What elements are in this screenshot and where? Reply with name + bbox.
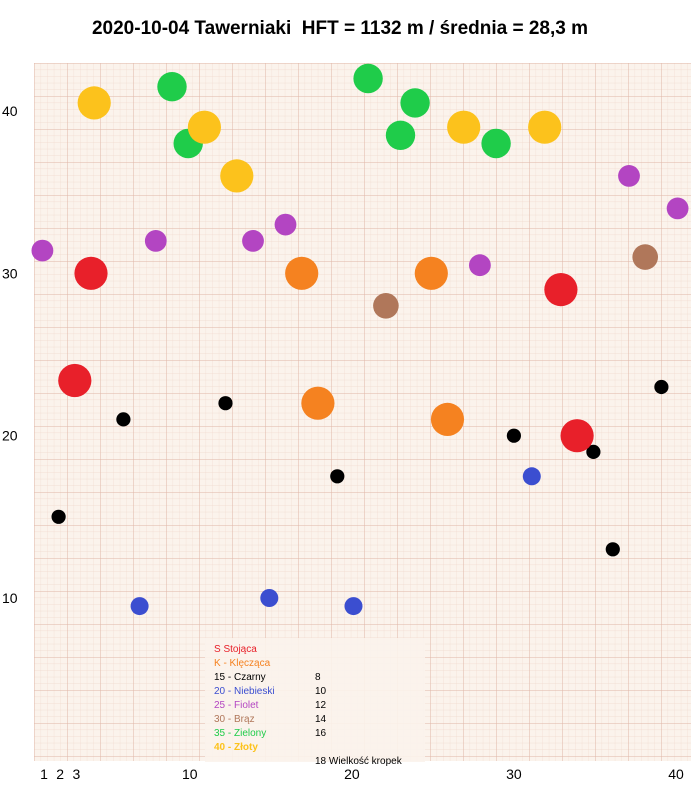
legend-label-1: K - Klęcząca (214, 658, 271, 669)
data-point-niebieski-11 (522, 467, 541, 486)
data-point-fiolet-16 (469, 254, 491, 277)
data-point-niebieski-9 (260, 589, 279, 607)
data-point-stojaca-35 (560, 419, 594, 453)
legend-label-3: 20 - Niebieski (214, 686, 275, 697)
y-tick-label-30: 30 (2, 265, 18, 281)
x-tick-label-30: 30 (506, 766, 522, 782)
legend-label-0: S Stojąca (214, 644, 257, 655)
data-point-niebieski-10 (344, 597, 363, 616)
x-tick-label-10: 10 (182, 766, 198, 782)
y-tick-label-40: 40 (2, 103, 18, 119)
data-point-zielony-23 (353, 63, 383, 94)
legend: S Stojąca K - Klęcząca 15 - Czarny 8 20 - Ni… (205, 638, 425, 767)
data-point-braz-20 (632, 244, 658, 270)
data-point-zloty-29 (220, 159, 254, 193)
data-point-kleczaca-38 (414, 256, 448, 290)
legend-label-4: 25 - Fiolet (214, 700, 259, 711)
data-point-czarny-0 (51, 509, 66, 524)
legend-value-4: 12 (315, 700, 327, 711)
data-point-zielony-25 (400, 88, 430, 118)
scatter-plot: 1 2 3 10 20 30 40 10203040 S StojącaK - Klęczą… (2, 63, 691, 782)
data-point-zielony-24 (385, 120, 416, 150)
data-point-stojaca-33 (74, 256, 108, 290)
data-point-kleczaca-39 (430, 402, 465, 436)
data-point-stojaca-32 (58, 363, 92, 398)
legend-label-5: 30 - Brąz (214, 714, 255, 725)
y-tick-label-20: 20 (2, 428, 18, 444)
data-point-czarny-4 (506, 428, 521, 443)
x-tick-label-3: 3 (73, 766, 81, 782)
data-point-zloty-28 (187, 110, 221, 144)
x-tick-label-1: 1 (40, 766, 48, 782)
data-point-kleczaca-36 (285, 256, 319, 290)
legend-label-6: 35 - Zielony (214, 728, 266, 739)
legend-label-7: 40 - Złoty (214, 742, 258, 753)
data-point-fiolet-13 (144, 230, 167, 252)
x-tick-labels: 1 2 3 10 20 30 40 (40, 766, 684, 782)
data-point-fiolet-15 (274, 213, 297, 236)
legend-value-2: 8 (315, 672, 321, 683)
data-point-zloty-30 (447, 110, 481, 144)
legend-label-2: 15 - Czarny (214, 672, 266, 683)
data-point-niebieski-8 (130, 597, 149, 616)
data-point-stojaca-34 (544, 273, 578, 307)
data-point-zielony-26 (481, 128, 511, 159)
x-tick-label-20: 20 (344, 766, 360, 782)
data-point-czarny-1 (116, 412, 131, 427)
legend-value-6: 16 (315, 728, 327, 739)
data-point-zloty-31 (528, 110, 562, 144)
y-tick-labels: 10 20 30 40 (2, 103, 18, 606)
data-point-czarny-3 (330, 469, 345, 484)
data-point-braz-19 (373, 293, 399, 319)
data-point-czarny-2 (218, 396, 233, 411)
data-point-kleczaca-37 (301, 386, 335, 420)
legend-value-8: 18 Wielkość kropek (315, 756, 403, 767)
data-point-czarny-6 (605, 542, 620, 557)
x-tick-label-40: 40 (668, 766, 684, 782)
data-point-fiolet-12 (31, 239, 54, 262)
data-point-czarny-7 (654, 379, 669, 395)
data-point-fiolet-18 (666, 197, 689, 220)
legend-value-5: 14 (315, 714, 327, 725)
data-point-fiolet-17 (618, 165, 640, 187)
data-point-zielony-21 (157, 72, 187, 102)
legend-value-3: 10 (315, 686, 327, 697)
data-point-zloty-27 (77, 86, 111, 120)
x-tick-label-2: 2 (56, 766, 64, 782)
data-point-fiolet-14 (242, 230, 264, 252)
y-tick-label-10: 10 (2, 590, 18, 606)
